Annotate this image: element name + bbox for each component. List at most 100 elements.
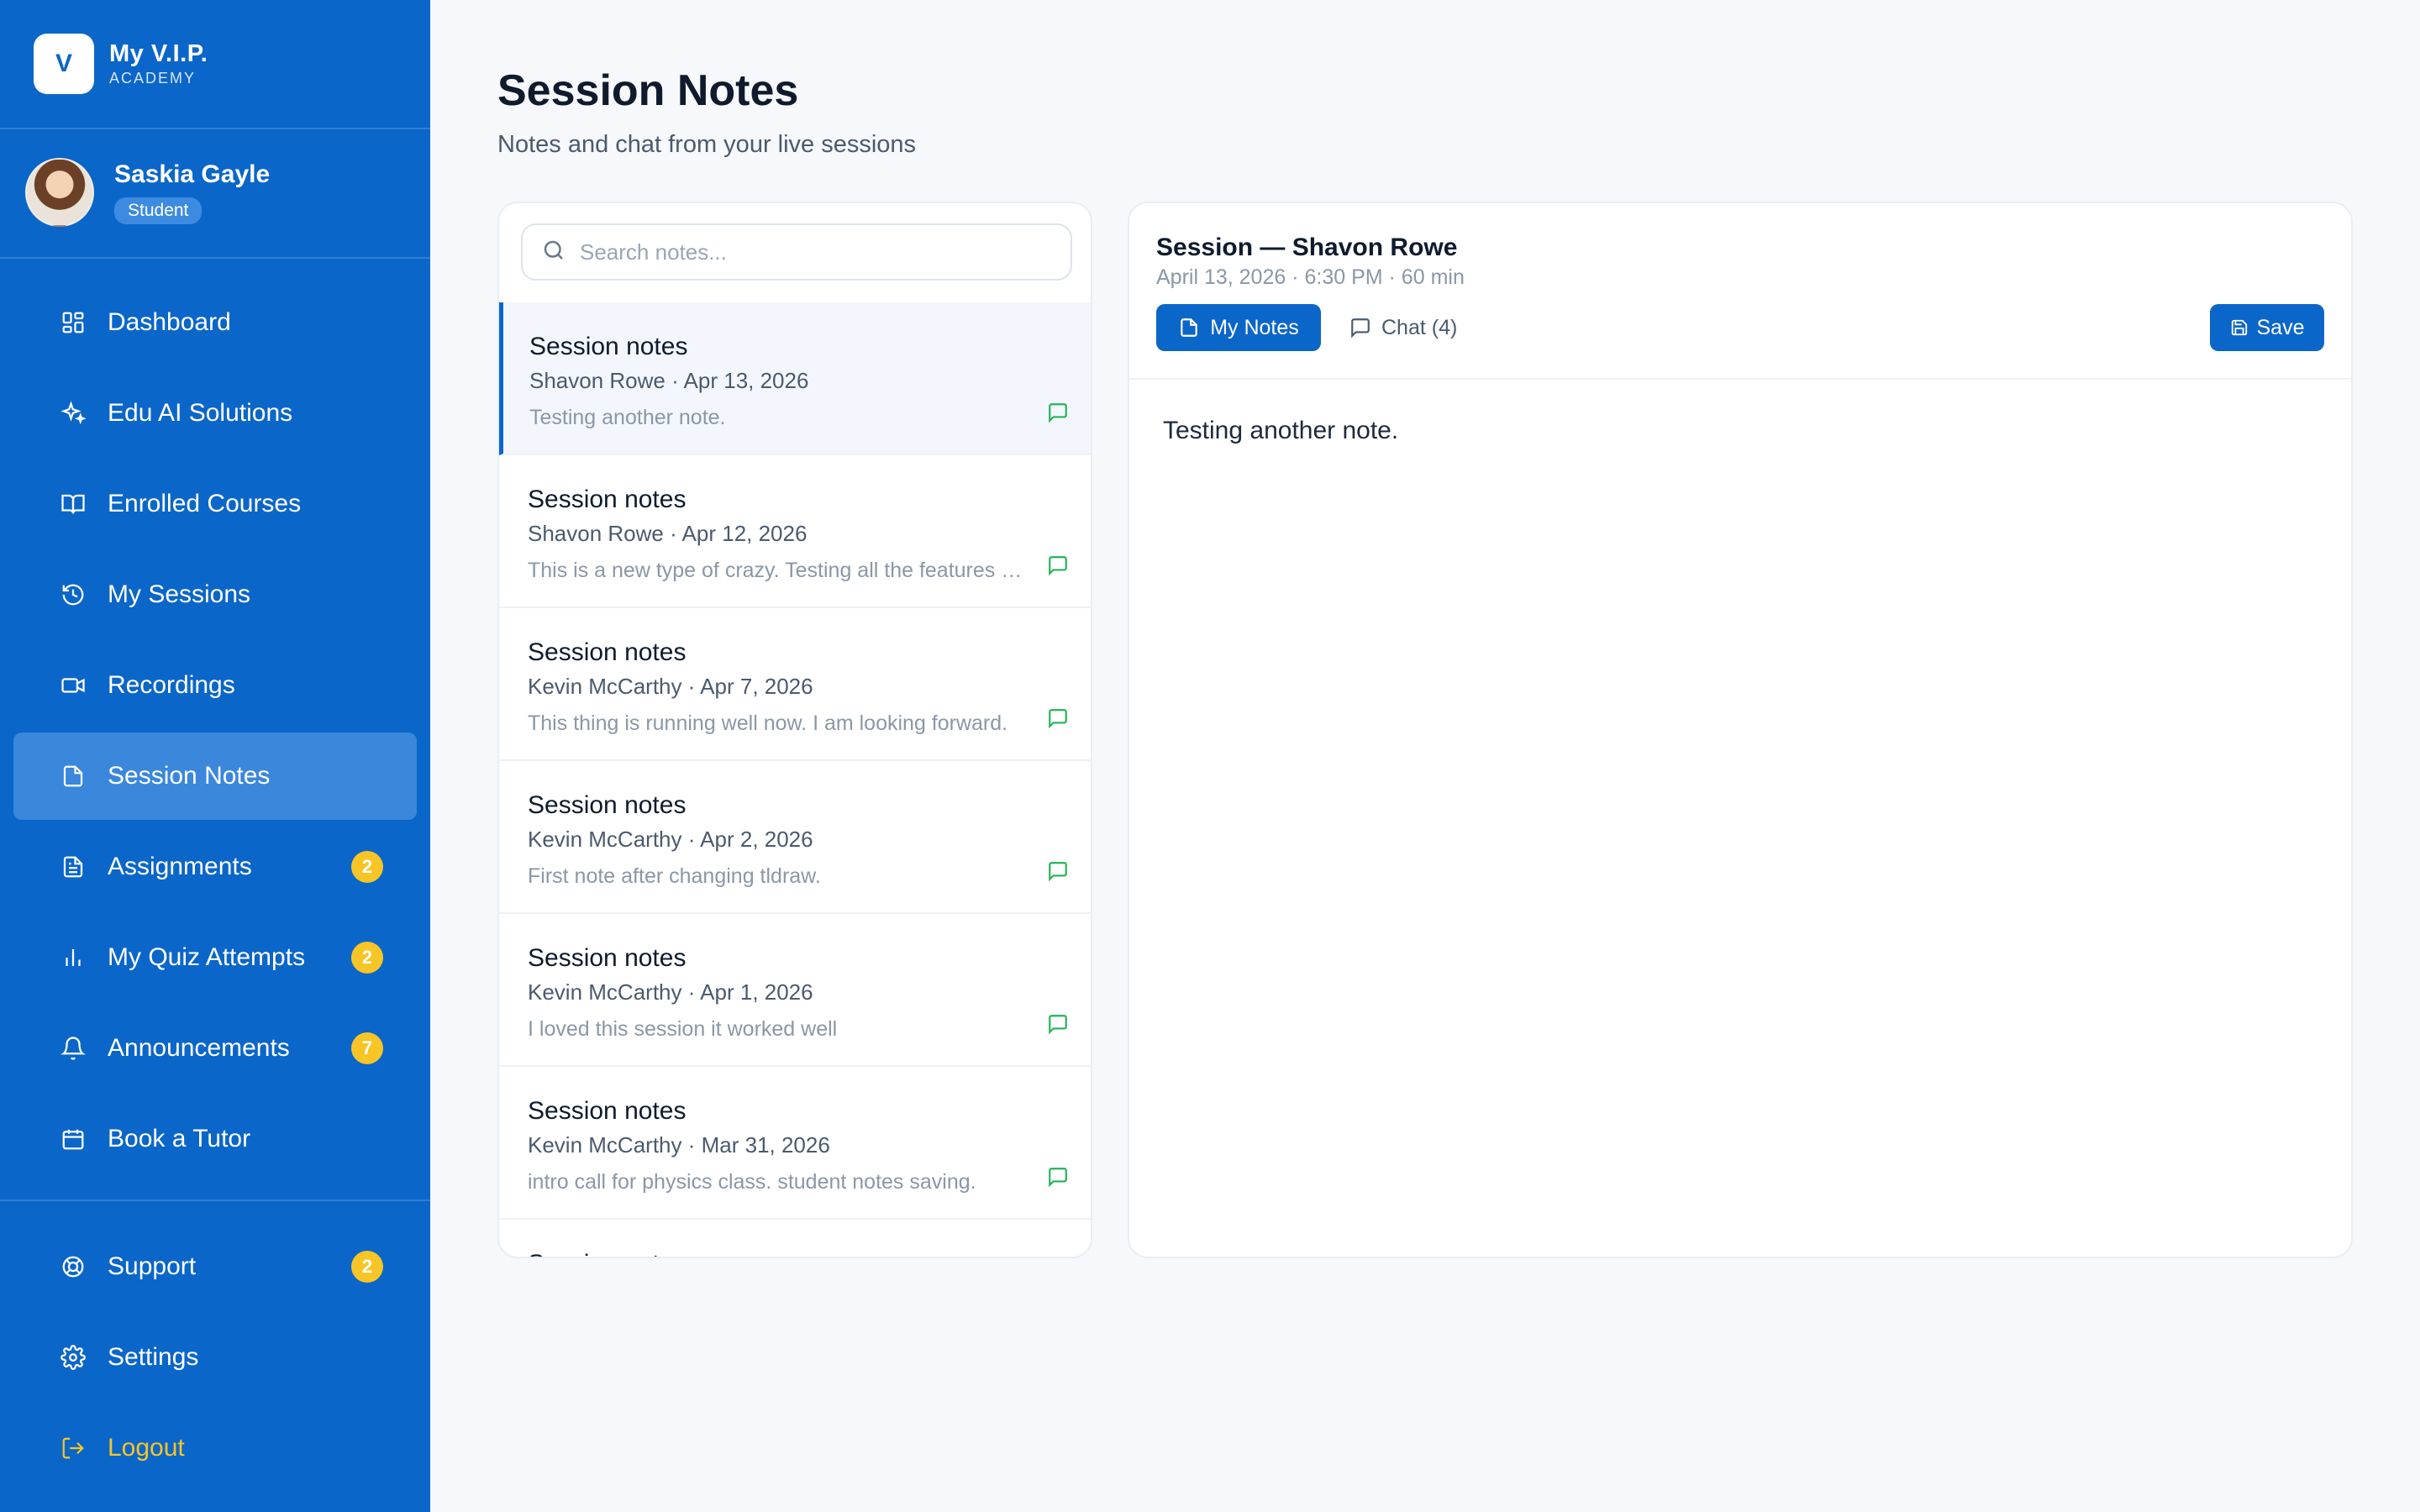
- sidebar-divider: [0, 128, 430, 129]
- file-icon: [1181, 318, 1197, 337]
- profile-name: Saskia Gayle: [114, 160, 271, 188]
- grid-icon: [59, 308, 87, 337]
- sidebar-item-logout[interactable]: Logout: [13, 1404, 417, 1492]
- detail-title: Session — Shavon Rowe: [1156, 234, 1458, 261]
- sidebar-item-label: Dashboard: [108, 308, 231, 336]
- sidebar-item-support[interactable]: Support 2: [13, 1223, 417, 1310]
- note-title: Session notes: [528, 791, 687, 819]
- sidebar-divider: [0, 257, 430, 259]
- sidebar-item-label: Support: [108, 1252, 197, 1280]
- note-meta: Kevin McCarthy · Mar 31, 2026: [528, 1132, 830, 1158]
- note-list-item[interactable]: Session notes Shavon Rowe · Apr 12, 2026…: [499, 455, 1091, 608]
- count-badge: 7: [351, 1032, 383, 1064]
- video-icon: [59, 671, 87, 700]
- sidebar-item-label: Announcements: [108, 1034, 290, 1062]
- note-meta: Kevin McCarthy · Apr 2, 2026: [528, 827, 813, 852]
- note-preview: This is a new type of crazy. Testing all…: [528, 559, 1023, 582]
- save-label: Save: [2256, 315, 2305, 339]
- sidebar-item-edu-ai[interactable]: Edu AI Solutions: [13, 370, 417, 457]
- user-profile[interactable]: Saskia Gayle Student: [25, 158, 270, 227]
- note-list-item[interactable]: Session notes Kevin McCarthy · Apr 7, 20…: [499, 608, 1091, 761]
- note-title: Session notes: [528, 944, 687, 972]
- note-title: Session notes: [529, 333, 688, 360]
- note-list-item[interactable]: Session notes Kevin McCarthy · Apr 1, 20…: [499, 914, 1091, 1067]
- calendar-icon: [59, 1125, 87, 1153]
- book-icon: [59, 490, 87, 518]
- sparkle-icon: [59, 399, 87, 428]
- chat-icon: [1351, 318, 1370, 339]
- sidebar-item-label: My Quiz Attempts: [108, 943, 306, 971]
- sidebar-item-enrolled-courses[interactable]: Enrolled Courses: [13, 460, 417, 548]
- save-button[interactable]: Save: [2210, 304, 2324, 351]
- lifebuoy-icon: [59, 1252, 87, 1281]
- note-list-item[interactable]: Session notes Kevin McCarthy · Mar 31, 2…: [499, 1067, 1091, 1220]
- sidebar-item-quiz-attempts[interactable]: My Quiz Attempts 2: [13, 914, 417, 1001]
- count-badge: 2: [351, 1251, 383, 1283]
- sidebar-item-label: Assignments: [108, 853, 252, 880]
- save-icon: [2231, 319, 2247, 336]
- page-title: Session Notes: [497, 66, 799, 115]
- page-subtitle: Notes and chat from your live sessions: [497, 131, 917, 158]
- note-preview: This thing is running well now. I am loo…: [528, 711, 1008, 735]
- sidebar-divider: [0, 1200, 430, 1201]
- note-title: Session notes: [528, 1097, 687, 1125]
- note-meta: Kevin McCarthy · Apr 1, 2026: [528, 979, 813, 1005]
- history-icon: [59, 580, 87, 609]
- note-preview: intro call for physics class. student no…: [528, 1170, 976, 1194]
- note-preview: Testing another note.: [529, 406, 726, 429]
- sidebar-item-my-sessions[interactable]: My Sessions: [13, 551, 417, 638]
- notes-list-panel: Session notes Shavon Rowe · Apr 13, 2026…: [497, 202, 1092, 1258]
- note-preview: First note after changing tldraw.: [528, 864, 821, 888]
- sidebar-item-label: Session Notes: [108, 762, 271, 790]
- sidebar-item-label: Recordings: [108, 671, 235, 699]
- sidebar-item-book-tutor[interactable]: Book a Tutor: [13, 1095, 417, 1183]
- note-list-item[interactable]: Session notes Shavon Rowe · Apr 13, 2026…: [499, 302, 1091, 455]
- count-badge: 2: [351, 851, 383, 883]
- detail-meta: April 13, 2026 · 6:30 PM · 60 min: [1156, 265, 1465, 289]
- bar-chart-icon: [59, 943, 87, 972]
- file-icon: [59, 762, 87, 790]
- note-meta: Shavon Rowe · Apr 13, 2026: [529, 368, 809, 393]
- note-title: Session notes: [528, 638, 687, 666]
- note-preview: I loved this session it worked well: [528, 1017, 838, 1041]
- note-detail-panel: Session — Shavon Rowe April 13, 2026 · 6…: [1128, 202, 2353, 1258]
- gear-icon: [59, 1343, 87, 1372]
- detail-header: Session — Shavon Rowe April 13, 2026 · 6…: [1129, 203, 2351, 380]
- brand-subtitle: ACADEMY: [109, 70, 197, 87]
- note-editor[interactable]: Testing another note.: [1163, 417, 1398, 445]
- sidebar-item-recordings[interactable]: Recordings: [13, 642, 417, 729]
- sidebar-item-settings[interactable]: Settings: [13, 1314, 417, 1401]
- chat-icon: [1049, 1168, 1067, 1188]
- sidebar-item-session-notes[interactable]: Session Notes: [13, 732, 417, 820]
- note-title: Session notes: [528, 1250, 1069, 1257]
- brand-logo: V: [34, 34, 94, 94]
- sidebar-item-label: Settings: [108, 1343, 199, 1371]
- note-list-item[interactable]: Session notes Kevin McCarthy · Apr 2, 20…: [499, 761, 1091, 914]
- notes-list: Session notes Shavon Rowe · Apr 13, 2026…: [499, 302, 1091, 1257]
- bell-icon: [59, 1034, 87, 1063]
- document-icon: [59, 853, 87, 881]
- sidebar-item-label: Book a Tutor: [108, 1125, 251, 1152]
- chat-icon: [1049, 709, 1067, 729]
- sidebar-item-assignments[interactable]: Assignments 2: [13, 823, 417, 911]
- sidebar-item-dashboard[interactable]: Dashboard: [13, 279, 417, 366]
- sidebar: V My V.I.P. ACADEMY Saskia Gayle Student…: [0, 0, 430, 1512]
- search-icon: [541, 238, 566, 267]
- tab-my-notes[interactable]: My Notes: [1156, 304, 1321, 351]
- sidebar-item-label: My Sessions: [108, 580, 251, 608]
- brand-name: My V.I.P.: [109, 40, 208, 67]
- sidebar-item-label: Edu AI Solutions: [108, 399, 293, 427]
- sidebar-item-announcements[interactable]: Announcements 7: [13, 1005, 417, 1092]
- chat-icon: [1049, 403, 1067, 423]
- sidebar-item-label: Logout: [108, 1434, 185, 1462]
- note-title: Session notes: [528, 486, 687, 513]
- tab-label: My Notes: [1210, 315, 1299, 339]
- chat-icon: [1049, 862, 1067, 882]
- note-list-item[interactable]: Session notes: [499, 1220, 1091, 1257]
- tab-label: Chat (4): [1381, 315, 1458, 339]
- brand[interactable]: V My V.I.P. ACADEMY: [34, 34, 208, 94]
- tab-chat[interactable]: Chat (4): [1341, 304, 1465, 351]
- avatar: [25, 158, 94, 227]
- search-box[interactable]: [521, 223, 1072, 281]
- search-input[interactable]: [580, 239, 1050, 265]
